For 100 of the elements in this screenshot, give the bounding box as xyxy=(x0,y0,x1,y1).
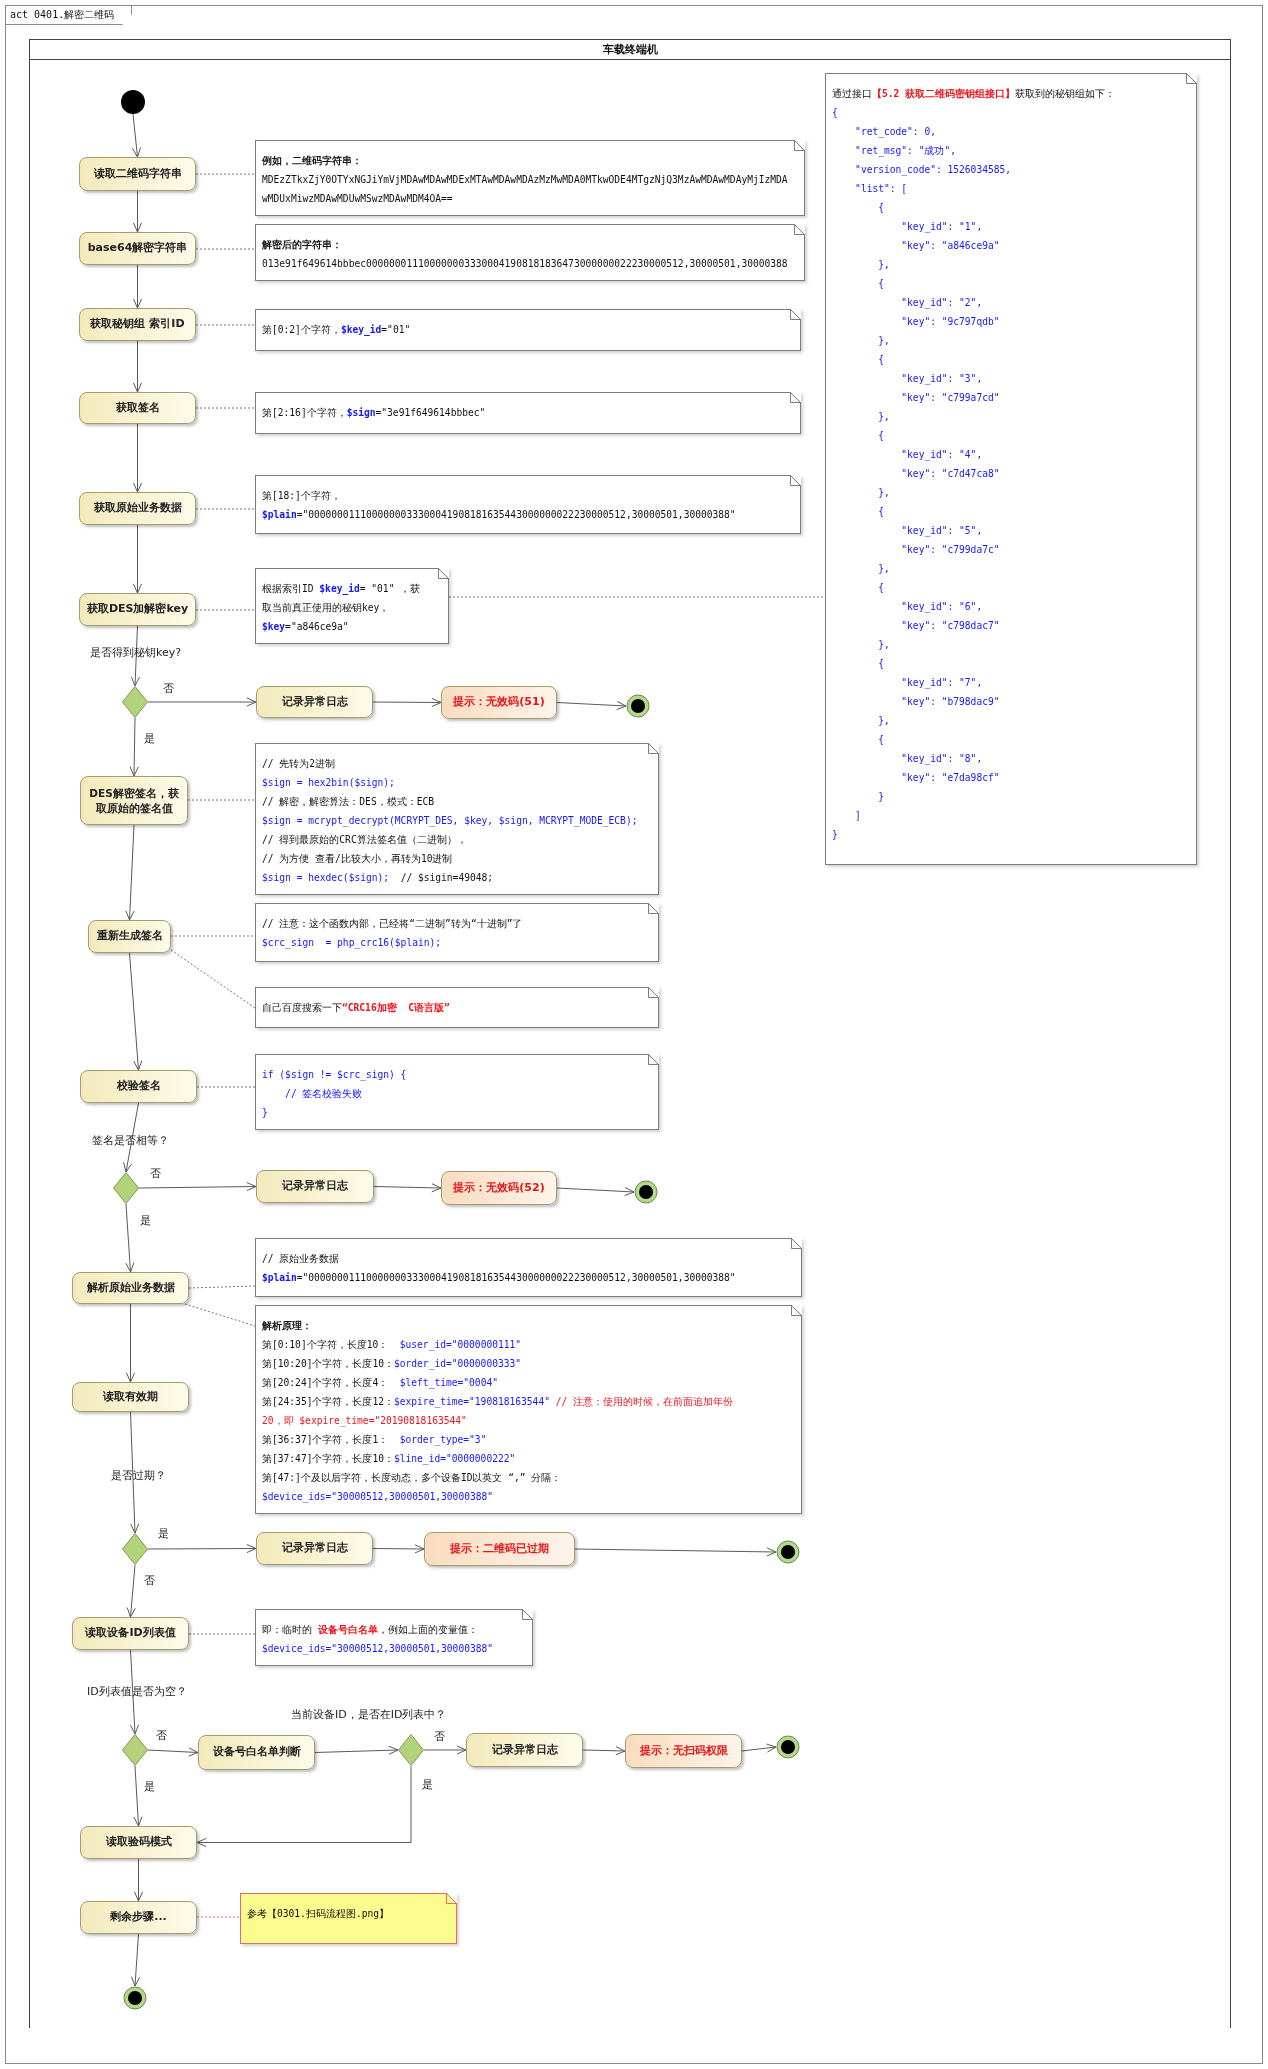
flow-label: 签名是否相等？ xyxy=(92,1133,169,1148)
flow-label: 否 xyxy=(434,1729,445,1744)
note-text: 第[47:]个及以后字符，长度动态，多个设备ID以英文 “,” 分隔： xyxy=(262,1471,563,1485)
flow-label: 是 xyxy=(422,1777,433,1792)
flow-label: 是否过期？ xyxy=(111,1468,166,1483)
note-text: { xyxy=(877,505,885,519)
note-text: "key_id": "1", xyxy=(900,220,984,235)
note-text: "key": "c7d47ca8" xyxy=(900,467,1001,481)
flow-arrow xyxy=(131,1933,141,1987)
note-text: $key="a846ce9a" xyxy=(262,620,350,634)
note-text: { xyxy=(877,429,885,443)
flow-label: 否 xyxy=(156,1728,167,1743)
flow-label: 是 xyxy=(144,1779,155,1794)
message-box: 提示：无扫码权限 xyxy=(625,1734,742,1768)
activity-box: 读取验码模式 xyxy=(80,1826,197,1859)
note-text: }, xyxy=(877,410,891,424)
note-text: "key_id": "4", xyxy=(900,448,984,463)
lane-title: 车载终端机 xyxy=(602,42,658,57)
activity-box: DES解密签名，获取原始的签名值 xyxy=(80,776,188,825)
flow-label: 否 xyxy=(163,681,174,696)
note-text: "key": "c799da7c" xyxy=(900,543,1001,557)
flow-arrow xyxy=(372,697,442,707)
note-text: }, xyxy=(877,334,891,348)
note-text: 第[36:37]个字符，长度1： $order_type="3" xyxy=(262,1433,488,1448)
note-text: // 解密，解密算法：DES，模式：ECB xyxy=(262,795,435,809)
flow-arrow xyxy=(132,340,143,393)
note-text: 参考【0301.扫码流程图.png】 xyxy=(247,1907,390,1921)
flow-arrow xyxy=(132,264,143,309)
decision-diamond xyxy=(122,686,148,718)
activity-box: 读取设备ID列表值 xyxy=(72,1617,189,1650)
note-text: "key": "9c797qdb" xyxy=(900,315,1001,329)
note-text: // 注意：这个函数内部，已经将“二进制”转为“十进制”了 xyxy=(262,917,524,931)
note-text: }, xyxy=(877,638,891,652)
end-node xyxy=(626,694,650,718)
note-text: } xyxy=(832,828,839,842)
flow-arrow xyxy=(126,1564,136,1618)
flow-label: 否 xyxy=(144,1573,155,1588)
flow-arrow xyxy=(132,423,143,493)
frame-title: act 0401.解密二维码 xyxy=(5,5,133,25)
end-node xyxy=(634,1180,658,1204)
flow-arrow xyxy=(373,1183,442,1193)
flow-arrow xyxy=(132,113,142,158)
activity-box: 获取秘钥组 索引ID xyxy=(79,308,196,341)
note-text: $plain="0000000111000000033300041908181635443000000022230000512,30000501,30000388" xyxy=(262,1271,737,1285)
flow-label: 是 xyxy=(140,1213,151,1228)
note-text: }, xyxy=(877,714,891,728)
note-text: 第[37:47]个字符，长度10：$line_id="0000000222" xyxy=(262,1452,517,1467)
note-text: { xyxy=(877,657,885,671)
note-text: }, xyxy=(877,486,891,500)
note-text: $sign = hex2bin($sign); xyxy=(262,776,396,790)
activity-box: 读取二维码字符串 xyxy=(79,157,196,191)
message-box: 提示：无效码(52) xyxy=(441,1171,557,1205)
flow-arrow xyxy=(132,190,143,233)
note-text: $device_ids="30000512,30000501,30000388" xyxy=(262,1642,495,1657)
note-text: wMDUxMiwzMDAwMDUwMSwzMDAwMDM4OA== xyxy=(262,192,454,206)
note-text: ] xyxy=(854,809,862,823)
decision-diamond xyxy=(122,1734,148,1766)
activity-box: 记录异常日志 xyxy=(466,1733,583,1767)
note-text: 20，即 $expire_time="20190818163544" xyxy=(262,1414,468,1429)
note-text: // 先转为2进制 xyxy=(262,757,337,771)
note-text: }, xyxy=(877,562,891,576)
note-text: $sign = mcrypt_decrypt(MCRYPT_DES, $key, $sign, MCRYPT_MODE_ECB); xyxy=(262,814,639,829)
note-text: "key": "e7da98cf" xyxy=(900,771,1001,785)
note-text: "key": "a846ce9a" xyxy=(900,239,1001,253)
flow-arrow xyxy=(582,1746,626,1756)
note-text: "key_id": "5", xyxy=(900,524,984,539)
decision-diamond xyxy=(122,1533,148,1565)
note-text: 自己百度搜索一下“CRC16加密 C语言版” xyxy=(262,1001,451,1015)
activity-box: 记录异常日志 xyxy=(256,686,373,718)
note-text: 第[10:20]个字符，长度10：$order_id="0000000333" xyxy=(262,1357,523,1372)
note-text: 取当前真正使用的秘钥key， xyxy=(262,601,391,615)
flow-arrow xyxy=(129,717,139,777)
activity-box: 获取签名 xyxy=(79,392,196,424)
note-text: 第[0:2]个字符，$key_id="01" xyxy=(262,323,412,338)
end-node xyxy=(776,1540,800,1564)
message-box: 提示：无效码(51) xyxy=(441,686,557,719)
note-text: 第[24:35]个字符，长度12：$expire_time="190818163544" // 注意：使用的时候，在前面追加年份 xyxy=(262,1395,735,1410)
note-text: "ret_msg": "成功", xyxy=(854,144,957,159)
note-text: 例如，二维码字符串： xyxy=(262,154,363,168)
note-text: 013e91f649614bbbec0000000111000000033300041908181836473000000022230000512,30000501,30000388 xyxy=(262,257,788,271)
note-text: "key": "c799a7cd" xyxy=(900,391,1001,405)
note-text: } xyxy=(877,790,885,804)
note-text: 第[2:16]个字符，$sign="3e91f649614bbbec" xyxy=(262,406,487,420)
note-text: "list": [ xyxy=(854,182,909,196)
start-node xyxy=(121,90,145,114)
note-text: "key_id": "8", xyxy=(900,752,984,767)
activity-box: 重新生成签名 xyxy=(88,920,171,953)
note-text: { xyxy=(877,277,885,291)
activity-box: 校验签名 xyxy=(80,1070,197,1103)
flow-label: ID列表值是否为空？ xyxy=(87,1684,187,1699)
message-box: 提示：二维码已过期 xyxy=(424,1532,575,1566)
note-text: 解析原理： xyxy=(262,1319,313,1333)
activity-box: 读取有效期 xyxy=(72,1382,189,1412)
activity-box: base64解密字符串 xyxy=(79,232,196,265)
decision-diamond xyxy=(398,1734,424,1766)
note-text: "key_id": "7", xyxy=(900,676,984,691)
flow-label: 是 xyxy=(158,1526,169,1541)
note-text: // 得到最原始的CRC算法签名值（二进制）， xyxy=(262,833,468,847)
flow-arrow xyxy=(741,1743,777,1753)
flow-label: 当前设备ID，是否在ID列表中？ xyxy=(291,1707,447,1722)
